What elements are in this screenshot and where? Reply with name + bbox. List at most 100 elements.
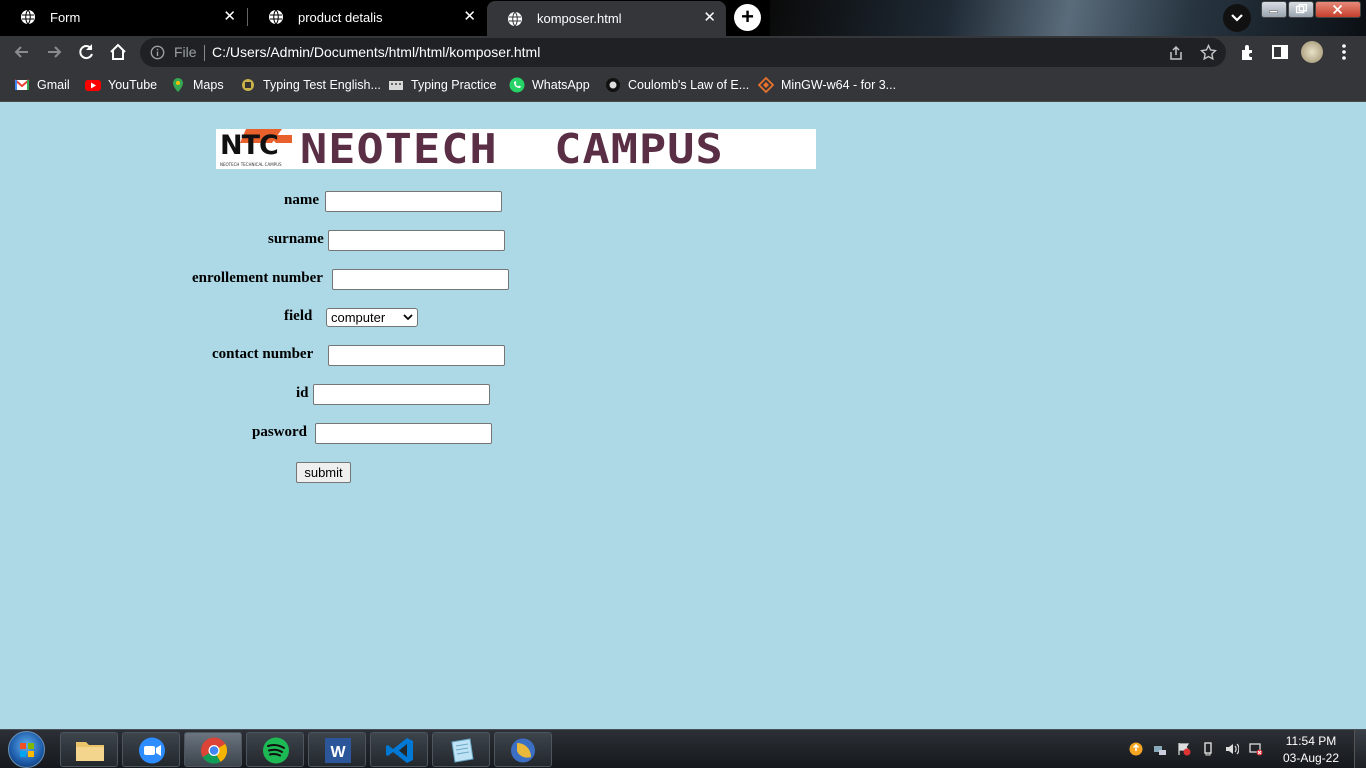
back-icon[interactable] <box>12 42 32 62</box>
campus-name: NEOTECH CAMPUS <box>300 125 724 173</box>
clock-date: 03-Aug-22 <box>1282 751 1340 765</box>
bookmark-label: Coulomb's Law of E... <box>628 78 750 92</box>
notepad-icon <box>451 738 474 763</box>
minimize-button[interactable] <box>1261 1 1287 18</box>
bookmark-label: MinGW-w64 - for 3... <box>781 78 897 92</box>
url-text[interactable]: C:/Users/Admin/Documents/html/html/kompo… <box>212 44 540 60</box>
youtube-icon <box>85 80 101 91</box>
whatsapp-icon <box>509 77 525 93</box>
close-icon[interactable]: ✕ <box>463 9 476 25</box>
start-button[interactable] <box>8 731 45 768</box>
usb-device-icon[interactable] <box>1201 742 1215 756</box>
scheme-label: File <box>174 44 197 60</box>
taskbar-chrome[interactable] <box>184 732 242 767</box>
page-content: NTC NEOTECH TECHNICAL CAMPUS NEOTECH CAM… <box>0 102 1366 729</box>
tab-title: komposer.html <box>537 11 622 26</box>
clock-time: 11:54 PM <box>1285 734 1337 748</box>
field-select-value: computer <box>331 310 386 325</box>
address-bar[interactable]: File C:/Users/Admin/Documents/html/html/… <box>140 38 1226 67</box>
bookmark-typing-test[interactable]: Typing Test English... <box>240 76 381 94</box>
typing-practice-icon <box>389 81 403 90</box>
bookmark-whatsapp[interactable]: WhatsApp <box>509 76 590 94</box>
contact-number-input[interactable] <box>328 345 505 366</box>
zoom-icon <box>139 737 165 764</box>
bookmark-mingw[interactable]: MinGW-w64 - for 3... <box>758 76 896 94</box>
taskbar-vscode[interactable] <box>370 732 428 767</box>
close-icon[interactable]: ✕ <box>223 9 236 25</box>
home-icon[interactable] <box>108 42 128 62</box>
windows-taskbar: W 11:54 PM 03-Aug-22 <box>0 729 1366 768</box>
globe-icon <box>269 9 283 25</box>
submit-button[interactable]: submit <box>296 462 351 483</box>
neotech-logo-banner: NTC NEOTECH TECHNICAL CAMPUS NEOTECH CAM… <box>216 125 816 173</box>
windows-logo-icon <box>20 743 34 757</box>
close-icon[interactable]: ✕ <box>703 10 716 26</box>
new-tab-button[interactable]: + <box>734 4 761 31</box>
tab-strip: Form ✕ product detalis ✕ komposer.html ✕… <box>0 0 1366 36</box>
enrollment-number-input[interactable] <box>332 269 509 290</box>
bookmark-youtube[interactable]: YouTube <box>85 76 157 94</box>
bookmark-coulomb[interactable]: Coulomb's Law of E... <box>605 76 749 94</box>
profile-avatar[interactable] <box>1301 41 1323 63</box>
maps-icon <box>173 78 183 92</box>
surname-input[interactable] <box>328 230 505 251</box>
system-clock[interactable]: 11:54 PM 03-Aug-22 <box>1280 733 1342 767</box>
name-input[interactable] <box>325 191 502 212</box>
address-separator <box>204 45 205 61</box>
update-icon[interactable] <box>1129 742 1143 756</box>
name-label: name <box>284 192 319 208</box>
bookmark-label: Gmail <box>37 78 70 92</box>
password-label: pasword <box>252 424 308 440</box>
word-icon: W <box>325 738 351 763</box>
taskbar-word[interactable]: W <box>308 732 366 767</box>
taskbar-zoom[interactable] <box>122 732 180 767</box>
chevron-down-icon <box>403 314 413 321</box>
network-device-icon[interactable] <box>1153 742 1167 756</box>
contact-number-label: contact number <box>212 346 314 362</box>
bookmark-label: Typing Practice <box>411 78 497 92</box>
browser-toolbar: File C:/Users/Admin/Documents/html/html/… <box>0 36 1366 69</box>
thunderbird-icon <box>511 738 535 763</box>
taskbar-file-explorer[interactable] <box>60 732 118 767</box>
bookmark-label: YouTube <box>108 78 158 92</box>
bookmark-label: Typing Test English... <box>263 78 381 92</box>
extensions-icon[interactable] <box>1238 42 1258 62</box>
spotify-icon <box>263 737 289 764</box>
bookmarks-bar: Gmail YouTube Maps Typing Test English..… <box>0 69 1366 102</box>
menu-dots-icon[interactable] <box>1334 42 1354 62</box>
restore-button[interactable] <box>1288 1 1314 18</box>
ntc-logo-text: NTC <box>220 130 279 161</box>
network-disconnected-icon[interactable] <box>1249 742 1263 756</box>
reload-icon[interactable] <box>76 42 96 62</box>
window-close-button[interactable] <box>1315 1 1361 18</box>
bookmark-label: Maps <box>193 78 224 92</box>
volume-icon[interactable] <box>1225 742 1239 756</box>
bookmark-typing-practice[interactable]: Typing Practice <box>388 76 496 94</box>
bookmark-gmail[interactable]: Gmail <box>14 76 70 94</box>
forward-icon[interactable] <box>44 42 64 62</box>
field-select[interactable]: computer <box>326 308 418 327</box>
bookmark-maps[interactable]: Maps <box>170 76 224 94</box>
typing-test-icon <box>242 79 254 91</box>
globe-icon <box>21 9 35 25</box>
svg-text:W: W <box>330 744 346 761</box>
restore-icon <box>1295 3 1307 14</box>
star-icon[interactable] <box>1200 44 1217 61</box>
tab-komposer[interactable]: komposer.html ✕ <box>487 1 726 36</box>
side-panel-icon[interactable] <box>1270 42 1290 62</box>
surname-label: surname <box>268 231 324 247</box>
taskbar-thunderbird[interactable] <box>494 732 552 767</box>
password-input[interactable] <box>315 423 492 444</box>
taskbar-spotify[interactable] <box>246 732 304 767</box>
id-input[interactable] <box>313 384 490 405</box>
field-label: field <box>284 308 313 324</box>
tab-search-button[interactable] <box>1223 4 1251 32</box>
tab-form[interactable]: Form ✕ <box>0 0 246 34</box>
info-icon[interactable] <box>150 45 165 60</box>
tab-title: product detalis <box>298 9 383 25</box>
share-icon[interactable] <box>1168 45 1184 61</box>
show-desktop-button[interactable] <box>1354 730 1366 768</box>
taskbar-notepad[interactable] <box>432 732 490 767</box>
tab-product-details[interactable]: product detalis ✕ <box>248 0 486 34</box>
action-center-flag-icon[interactable] <box>1177 742 1191 756</box>
